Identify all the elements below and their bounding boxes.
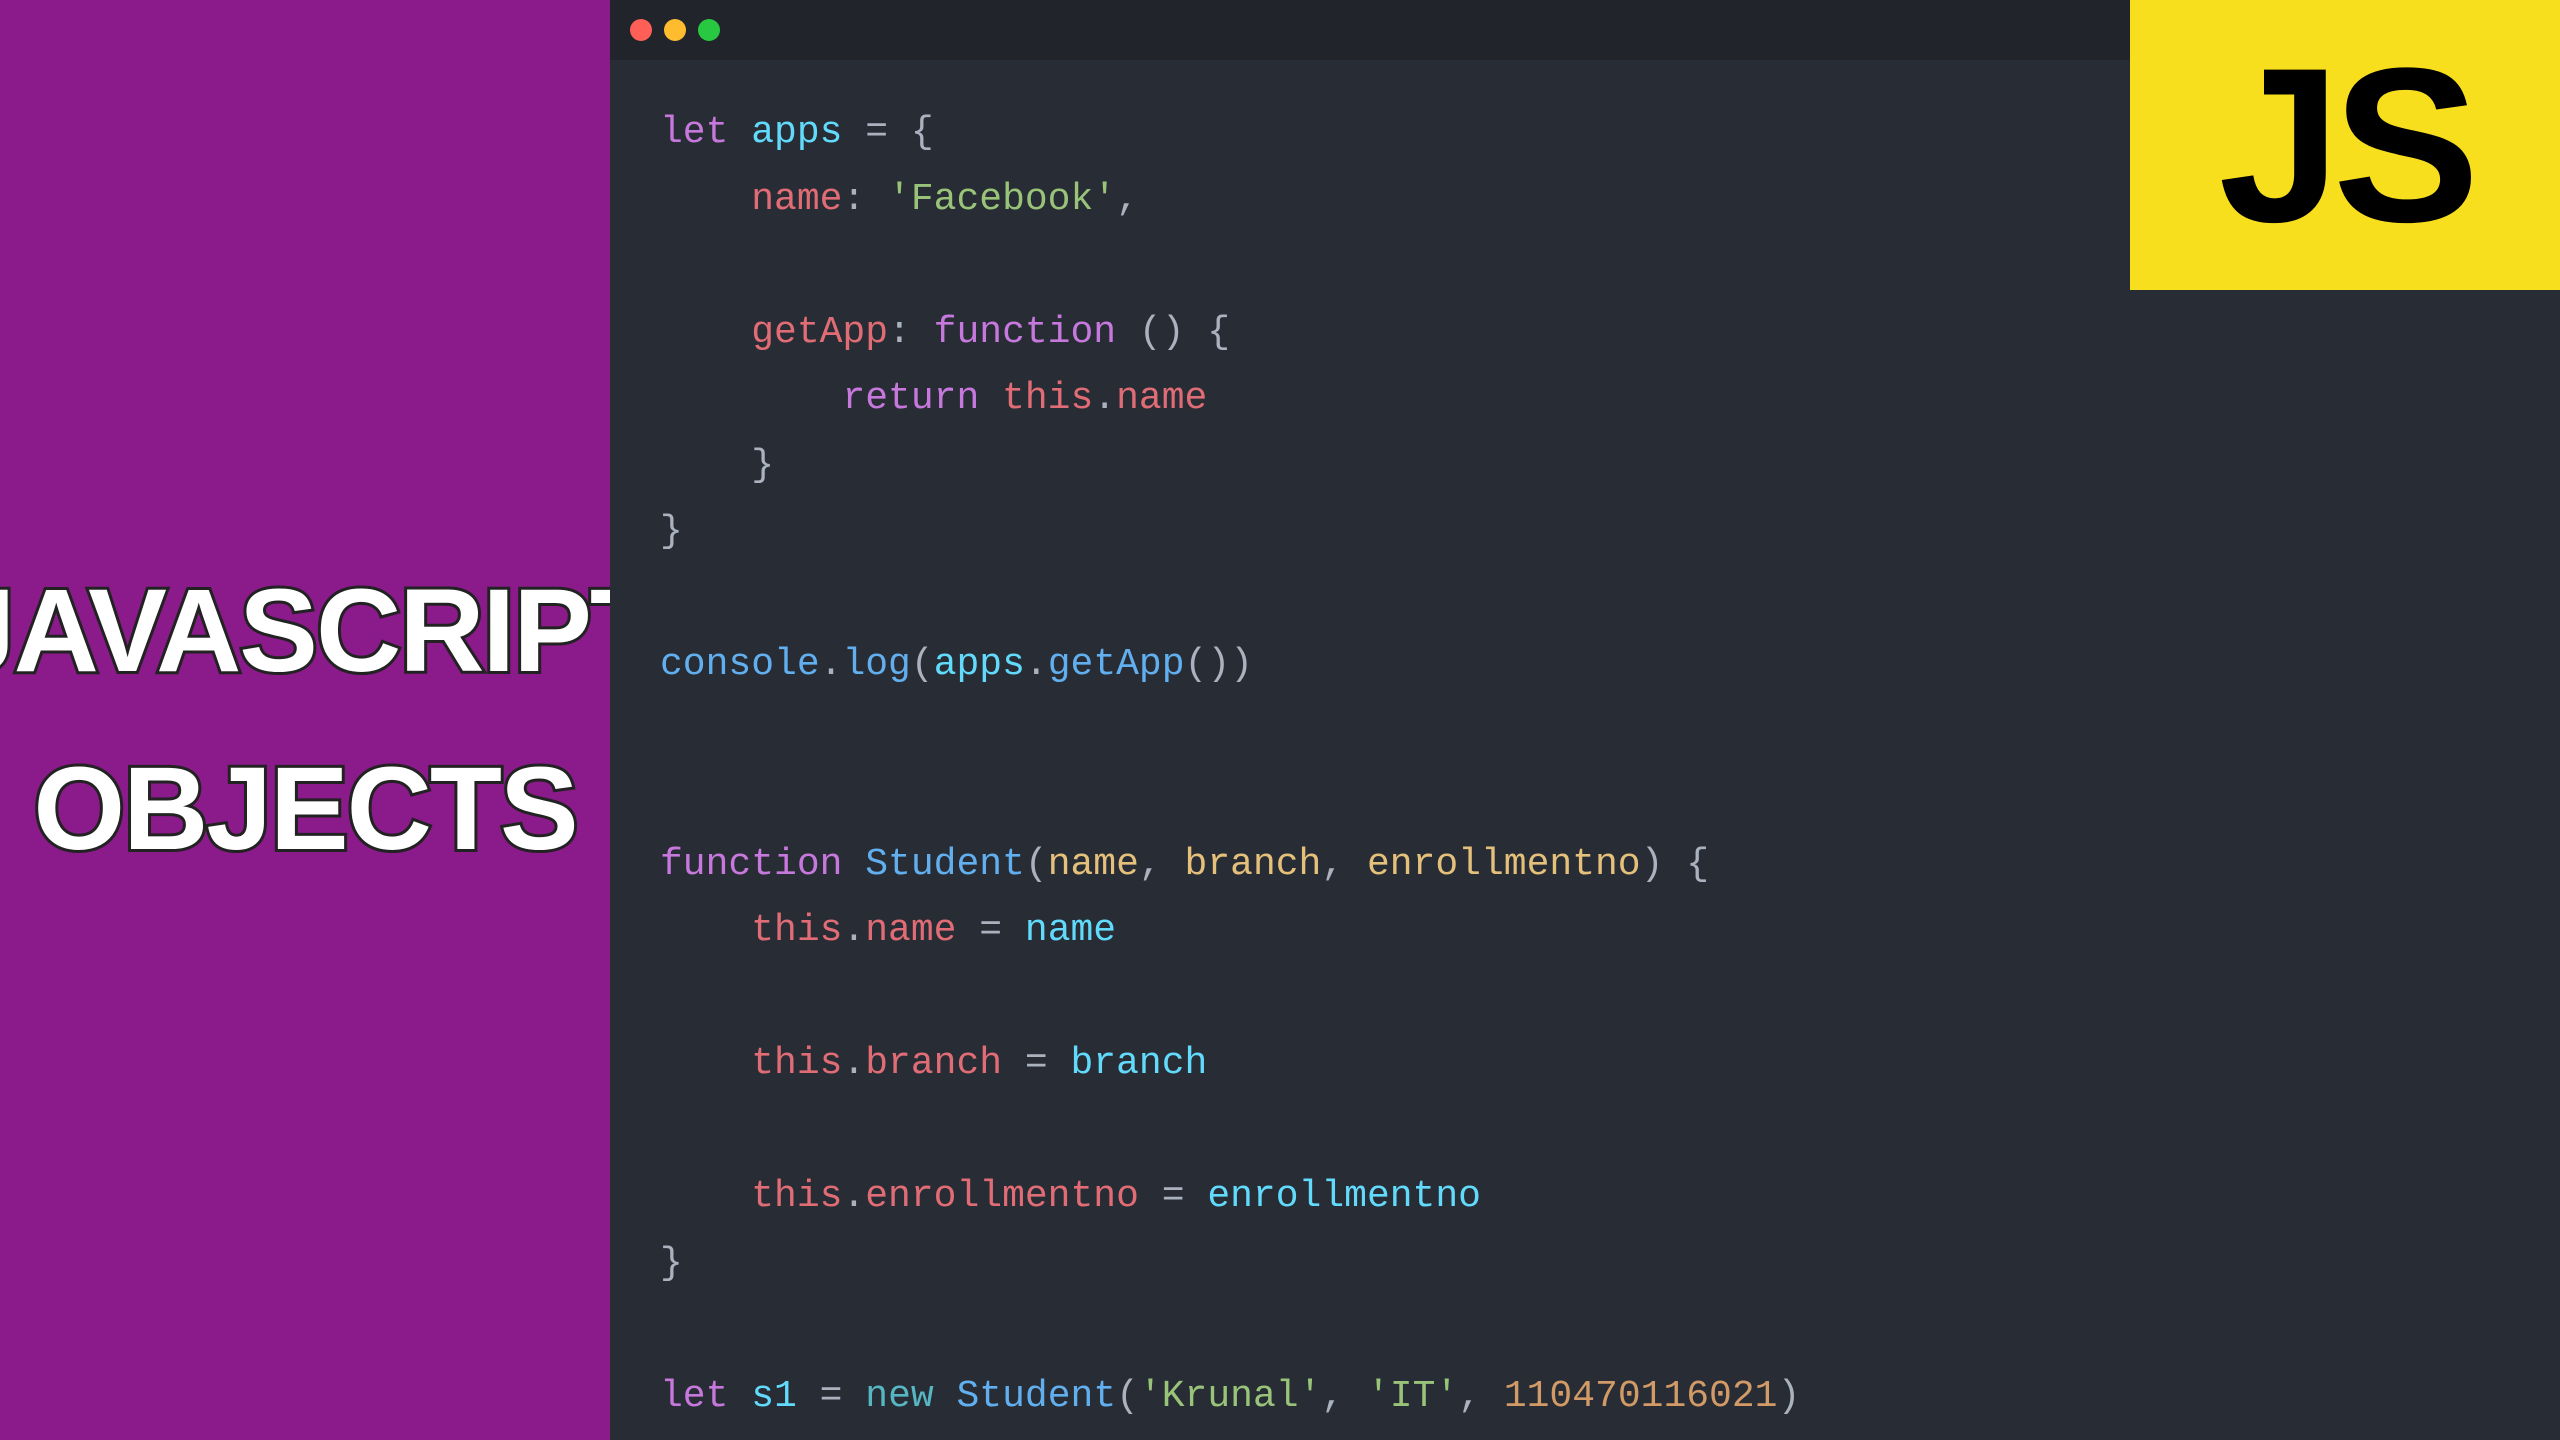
code-line-l15: this.branch = branch — [660, 1031, 2510, 1098]
dot-yellow[interactable] — [664, 19, 686, 41]
code-line-l17: this.enrollmentno = enrollmentno — [660, 1164, 2510, 1231]
title-javascript: JAVASCRIPT — [0, 572, 660, 690]
code-line-l9: console.log(apps.getApp()) — [660, 632, 2510, 699]
code-line-l6: } — [660, 433, 2510, 500]
left-panel: JAVASCRIPT OBJECTS — [0, 0, 610, 1440]
right-panel: JS let apps = { name: 'Facebook', getApp… — [610, 0, 2560, 1440]
code-line-l13: this.name = name — [660, 898, 2510, 965]
code-line-l16 — [660, 1098, 2510, 1165]
js-badge-text: JS — [2218, 35, 2471, 255]
code-line-l12: function Student(name, branch, enrollmen… — [660, 832, 2510, 899]
code-line-l19 — [660, 1297, 2510, 1364]
dot-green[interactable] — [698, 19, 720, 41]
code-line-l10 — [660, 699, 2510, 766]
dot-red[interactable] — [630, 19, 652, 41]
title-objects: OBJECTS — [33, 750, 576, 868]
code-line-l21: console.log(s1.name, s1.branch, s1.enrol… — [660, 1430, 2510, 1440]
code-line-l14 — [660, 965, 2510, 1032]
js-badge: JS — [2130, 0, 2560, 290]
code-line-l5: return this.name — [660, 366, 2510, 433]
code-line-l7: } — [660, 499, 2510, 566]
code-line-l18: } — [660, 1231, 2510, 1298]
code-line-l8 — [660, 566, 2510, 633]
code-line-l20: let s1 = new Student('Krunal', 'IT', 110… — [660, 1364, 2510, 1431]
code-line-l4: getApp: function () { — [660, 300, 2510, 367]
code-line-l11 — [660, 765, 2510, 832]
